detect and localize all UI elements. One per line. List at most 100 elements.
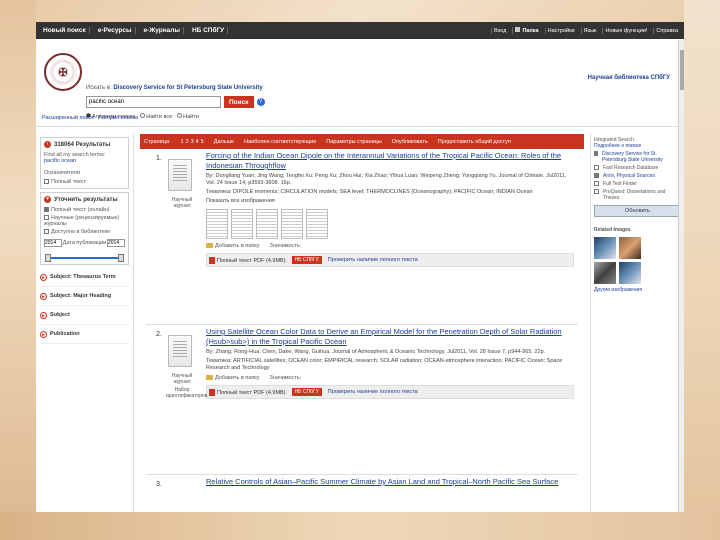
result-title[interactable]: Relative Controls of Asian–Pacific Summe…	[206, 477, 574, 487]
check-availability-link[interactable]: Проверить наличие полного текста	[328, 257, 418, 263]
result-item: 1. Научный журнал Forcing of the Indian …	[146, 149, 578, 325]
radio-icon	[140, 113, 146, 118]
limit-library-label: Доступно в библиотеке	[51, 229, 111, 235]
facet-major-heading[interactable]: ▸ Subject: Major Heading	[40, 287, 129, 306]
collapse-icon[interactable]: ▾	[44, 196, 51, 203]
source-item[interactable]: Full Text Finder	[594, 181, 681, 187]
source-item[interactable]: Arxiv, Physical Sources	[594, 173, 681, 179]
sort-dropdown[interactable]: Наиболее соответствующие	[244, 139, 316, 145]
page-4[interactable]: 4	[196, 139, 199, 145]
search-button[interactable]: Поиск	[224, 96, 254, 108]
check-availability-link[interactable]: Проверить наличие полного текста	[328, 389, 418, 395]
date-to-input[interactable]	[107, 239, 125, 247]
checkbox-icon[interactable]	[44, 179, 49, 185]
refine-panel: ▾ Уточнить результаты Полный текст (онлай…	[40, 192, 129, 265]
page-1[interactable]: 1	[180, 139, 183, 145]
document-icon[interactable]	[168, 159, 192, 191]
more-info-link[interactable]: Подробнее о поиске	[594, 143, 681, 149]
limit-library[interactable]: Доступно в библиотеке	[44, 229, 125, 235]
pdf-link[interactable]: Полный текст PDF (4.9MB)	[209, 256, 286, 264]
alert-dropdown[interactable]: Предоставить общий доступ	[438, 139, 511, 145]
background-left	[0, 0, 36, 540]
searching-prefix: Искать в:	[86, 85, 112, 91]
checkbox-icon	[594, 173, 599, 178]
source-item[interactable]: Fast Research Database	[594, 165, 681, 171]
nav-library[interactable]: НБ СПбГУ	[189, 27, 229, 34]
result-title[interactable]: Using Satellite Ocean Color Data to Deri…	[206, 327, 574, 347]
facet-publication[interactable]: ▸ Publication	[40, 325, 129, 344]
slider-handle-end[interactable]	[118, 254, 124, 262]
update-button[interactable]: Обновить	[594, 205, 681, 217]
library-link[interactable]: НБ СПбГУ	[291, 256, 322, 264]
page-options-dropdown[interactable]: Параметры страницы	[326, 139, 381, 145]
search-row: Поиск ?	[86, 96, 265, 108]
nav-preferences[interactable]: Настройки	[544, 27, 577, 34]
limit-fulltext[interactable]: Полный текст (онлайн)	[44, 207, 125, 213]
library-name[interactable]: Научная библиотека СПбГУ	[588, 75, 670, 81]
nav-help[interactable]: Справка	[653, 27, 680, 34]
result-title[interactable]: Forcing of the Indian Ocean Dipole on th…	[206, 151, 574, 171]
image-thumbnail[interactable]	[231, 209, 253, 239]
advanced-search-link[interactable]: Расширенный поиск	[42, 115, 94, 121]
page-3[interactable]: 3	[191, 139, 194, 145]
limit-peer-reviewed[interactable]: Научные (рецензируемые) журналы	[44, 215, 125, 227]
facet-thesaurus[interactable]: ▸ Subject: Thesaurus Term	[40, 268, 129, 287]
search-history-link[interactable]: История поиска	[98, 115, 138, 121]
nav-e-resources[interactable]: e-Ресурсы	[95, 27, 136, 34]
expand-icon: ▸	[40, 292, 47, 300]
add-folder-label: Добавить в папку	[215, 243, 260, 249]
nav-language[interactable]: Язык	[580, 27, 599, 34]
folder-icon	[206, 375, 213, 381]
facet-subject[interactable]: ▸ Subject	[40, 306, 129, 325]
source-item[interactable]: Discovery Service for St. Petersburg Sta…	[594, 151, 681, 163]
show-images-link[interactable]: Показать все изображения	[206, 198, 574, 205]
find-all-query[interactable]: pacific ocean	[44, 158, 125, 164]
share-dropdown[interactable]: Опубликовать	[392, 139, 428, 145]
library-link[interactable]: НБ СПбГУ	[291, 388, 322, 396]
pdf-link[interactable]: Полный текст PDF (4.9MB)	[209, 388, 286, 396]
search-input[interactable]	[86, 96, 221, 108]
related-images-row	[594, 237, 681, 259]
help-icon[interactable]: ?	[256, 98, 265, 106]
image-thumbnail[interactable]	[306, 209, 328, 239]
nav-folder[interactable]: Папка	[512, 27, 540, 34]
searching-database[interactable]: Discovery Service for St Petersburg Stat…	[113, 85, 262, 91]
more-images-link[interactable]: Другие изображения	[594, 287, 681, 293]
date-slider[interactable]	[45, 254, 124, 262]
result-authors: By: Zhang, Rong-Hua; Chen, Dake; Wang, G…	[206, 349, 546, 355]
source-label: Fast Research Database	[603, 165, 659, 171]
results-summary: ‹ 318064 Результаты Find all my search te…	[40, 137, 129, 189]
mode-any[interactable]: Найти	[177, 113, 199, 120]
related-image[interactable]	[594, 237, 616, 259]
relevancy: Значимость:	[269, 243, 302, 249]
slider-handle-start[interactable]	[45, 254, 51, 262]
date-from-input[interactable]	[44, 239, 62, 247]
facet-label: Subject	[50, 312, 70, 318]
add-folder-button[interactable]: Добавить в папку	[206, 375, 260, 381]
scrollbar-thumb[interactable]	[680, 50, 684, 90]
source-item[interactable]: ProQuest: Dissertations and Theses	[594, 189, 681, 201]
vertical-scrollbar[interactable]	[678, 40, 684, 512]
nav-new-features[interactable]: Новые функции!	[602, 27, 649, 34]
page-5[interactable]: 5	[201, 139, 204, 145]
university-logo: ✠	[44, 53, 82, 91]
related-image[interactable]	[619, 237, 641, 259]
mode-any-label: Найти	[183, 114, 199, 120]
source-label: Discovery Service for St. Petersburg Sta…	[602, 151, 663, 163]
mode-all[interactable]: Найти все	[140, 113, 172, 120]
next-page-link[interactable]: Дальше	[214, 139, 234, 145]
nav-e-journals[interactable]: e-Журналы	[141, 27, 184, 34]
image-thumbnail[interactable]	[206, 209, 228, 239]
document-icon[interactable]	[168, 335, 192, 367]
collapse-icon[interactable]: ‹	[44, 141, 51, 148]
nav-signin[interactable]: Вход	[491, 27, 508, 34]
related-image[interactable]	[594, 262, 616, 284]
source-label: ProQuest: Dissertations and Theses	[602, 189, 666, 201]
page-2[interactable]: 2	[186, 139, 189, 145]
image-thumbnail[interactable]	[256, 209, 278, 239]
related-image[interactable]	[619, 262, 641, 284]
nav-new-search[interactable]: Новый поиск	[40, 27, 90, 34]
expanders-label: Ограничители	[44, 170, 81, 176]
image-thumbnail[interactable]	[281, 209, 303, 239]
add-folder-button[interactable]: Добавить в папку	[206, 243, 260, 249]
